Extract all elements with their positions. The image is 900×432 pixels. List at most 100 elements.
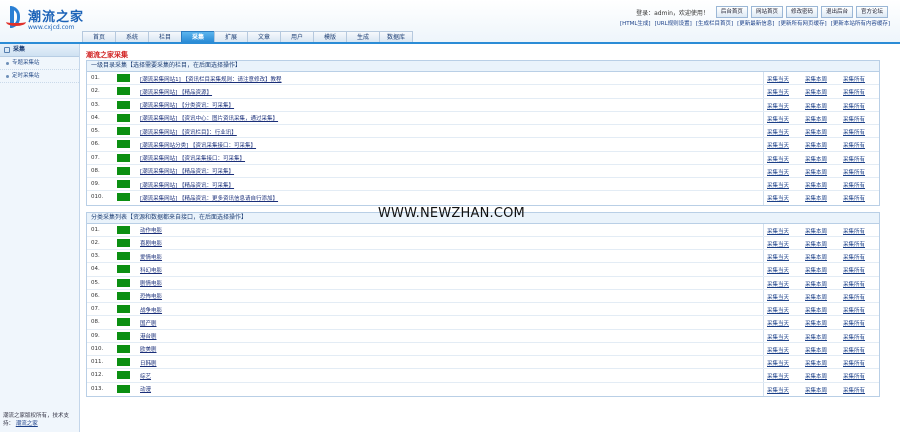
collect-week-link[interactable]: 采集本周 [805,386,827,394]
collect-today-link[interactable]: 采集当天 [767,306,789,314]
tab-system[interactable]: 系统 [115,31,149,42]
collect-all-link[interactable]: 采集所有 [843,168,865,176]
collect-week-link[interactable]: 采集本周 [805,168,827,176]
collect-item-link[interactable]: [潮流采集网站] 【资讯中心：图片资讯采集，通过采集】 [140,114,278,122]
collect-week-link[interactable]: 采集本周 [805,346,827,354]
quick-link-url-rules[interactable]: [URL规则设置] [655,19,692,27]
tab-templates[interactable]: 模版 [313,31,347,42]
collect-week-link[interactable]: 采集本周 [805,128,827,136]
collect-all-link[interactable]: 采集所有 [843,240,865,248]
collect-item-link[interactable]: 港台剧 [140,332,157,340]
collect-today-link[interactable]: 采集当天 [767,240,789,248]
collect-all-link[interactable]: 采集所有 [843,155,865,163]
collect-today-link[interactable]: 采集当天 [767,141,789,149]
collect-all-link[interactable]: 采集所有 [843,319,865,327]
collect-all-link[interactable]: 采集所有 [843,88,865,96]
collect-item-link[interactable]: [潮流采集网站] 【精品资讯：可采集】 [140,181,234,189]
collect-item-link[interactable]: [潮流采集网站分类] 【资讯采集接口：可采集】 [140,141,256,149]
collect-today-link[interactable]: 采集当天 [767,128,789,136]
change-password-button[interactable]: 修改密码 [785,6,818,18]
collect-item-link[interactable]: 日韩剧 [140,359,157,367]
collect-week-link[interactable]: 采集本周 [805,181,827,189]
footer-link[interactable]: 潮流之家 [16,421,38,427]
sidebar-item-timed-collect[interactable]: 定时采集站 [0,70,79,83]
collect-week-link[interactable]: 采集本周 [805,266,827,274]
collect-week-link[interactable]: 采集本周 [805,359,827,367]
collect-item-link[interactable]: 战争电影 [140,306,162,314]
collect-week-link[interactable]: 采集本周 [805,319,827,327]
collect-all-link[interactable]: 采集所有 [843,102,865,110]
collect-today-link[interactable]: 采集当天 [767,253,789,261]
collect-week-link[interactable]: 采集本周 [805,102,827,110]
forum-button[interactable]: 官方论坛 [855,6,888,18]
collect-all-link[interactable]: 采集所有 [843,181,865,189]
collect-week-link[interactable]: 采集本周 [805,141,827,149]
collect-item-link[interactable]: 喜剧电影 [140,239,162,247]
collect-all-link[interactable]: 采集所有 [843,141,865,149]
collect-all-link[interactable]: 采集所有 [843,266,865,274]
collect-week-link[interactable]: 采集本周 [805,253,827,261]
collect-item-link[interactable]: 科幻电影 [140,266,162,274]
collect-today-link[interactable]: 采集当天 [767,155,789,163]
admin-home-button[interactable]: 后台首页 [715,6,748,18]
tab-generate[interactable]: 生成 [346,31,380,42]
collect-item-link[interactable]: 爱情电影 [140,253,162,261]
collect-item-link[interactable]: 国产剧 [140,319,157,327]
collect-all-link[interactable]: 采集所有 [843,333,865,341]
collect-item-link[interactable]: 动作电影 [140,226,162,234]
collect-all-link[interactable]: 采集所有 [843,359,865,367]
collect-today-link[interactable]: 采集当天 [767,319,789,327]
collect-today-link[interactable]: 采集当天 [767,102,789,110]
collect-all-link[interactable]: 采集所有 [843,75,865,83]
collect-item-link[interactable]: [潮流采集网站] 【精品资讯：更多资讯信息请自行添加】 [140,194,278,202]
collect-all-link[interactable]: 采集所有 [843,227,865,235]
quick-link-update-cache[interactable]: [更新所有网页缓存] [778,19,826,27]
quick-link-update-latest[interactable]: [更新最新信息] [737,19,774,27]
collect-today-link[interactable]: 采集当天 [767,266,789,274]
collect-week-link[interactable]: 采集本周 [805,280,827,288]
collect-today-link[interactable]: 采集当天 [767,359,789,367]
collect-today-link[interactable]: 采集当天 [767,346,789,354]
collect-today-link[interactable]: 采集当天 [767,194,789,202]
tab-users[interactable]: 用户 [280,31,314,42]
collect-today-link[interactable]: 采集当天 [767,227,789,235]
collect-today-link[interactable]: 采集当天 [767,280,789,288]
collect-week-link[interactable]: 采集本周 [805,333,827,341]
collect-item-link[interactable]: 综艺 [140,372,151,380]
collect-today-link[interactable]: 采集当天 [767,293,789,301]
collect-item-link[interactable]: 动漫 [140,385,151,393]
logout-button[interactable]: 退出后台 [820,6,853,18]
collect-all-link[interactable]: 采集所有 [843,306,865,314]
collect-week-link[interactable]: 采集本周 [805,155,827,163]
collect-today-link[interactable]: 采集当天 [767,88,789,96]
quick-link-update-all-cache[interactable]: [更新本站所有内容缓存] [831,19,890,27]
tab-collect[interactable]: 采集 [181,31,215,42]
collect-item-link[interactable]: 欧美剧 [140,345,157,353]
collect-today-link[interactable]: 采集当天 [767,181,789,189]
collect-item-link[interactable]: 剧情电影 [140,279,162,287]
collect-all-link[interactable]: 采集所有 [843,194,865,202]
collect-item-link[interactable]: [潮流采集网站] 【精品资源】 [140,88,212,96]
collect-all-link[interactable]: 采集所有 [843,372,865,380]
collect-week-link[interactable]: 采集本周 [805,240,827,248]
tab-home[interactable]: 首页 [82,31,116,42]
collect-all-link[interactable]: 采集所有 [843,115,865,123]
logo[interactable]: 潮流之家 www.cxjcd.com [6,4,84,38]
collect-item-link[interactable]: [潮流采集网站] 【资讯栏目】：行业讯】 [140,128,237,136]
collect-week-link[interactable]: 采集本周 [805,75,827,83]
collect-week-link[interactable]: 采集本周 [805,88,827,96]
tab-database[interactable]: 数据库 [379,31,413,42]
collect-week-link[interactable]: 采集本周 [805,227,827,235]
tab-extend[interactable]: 扩展 [214,31,248,42]
collect-item-link[interactable]: [潮流采集网站] 【资讯采集接口：可采集】 [140,154,245,162]
collect-today-link[interactable]: 采集当天 [767,372,789,380]
tab-columns[interactable]: 栏目 [148,31,182,42]
collect-all-link[interactable]: 采集所有 [843,253,865,261]
collect-week-link[interactable]: 采集本周 [805,194,827,202]
collect-all-link[interactable]: 采集所有 [843,293,865,301]
quick-link-column-home[interactable]: [生成栏目首页] [696,19,733,27]
collect-item-link[interactable]: [潮流采集网站] 【精品资讯：可采集】 [140,167,234,175]
collect-today-link[interactable]: 采集当天 [767,168,789,176]
sidebar-item-topic-collect[interactable]: 专题采集站 [0,57,79,70]
tab-articles[interactable]: 文章 [247,31,281,42]
